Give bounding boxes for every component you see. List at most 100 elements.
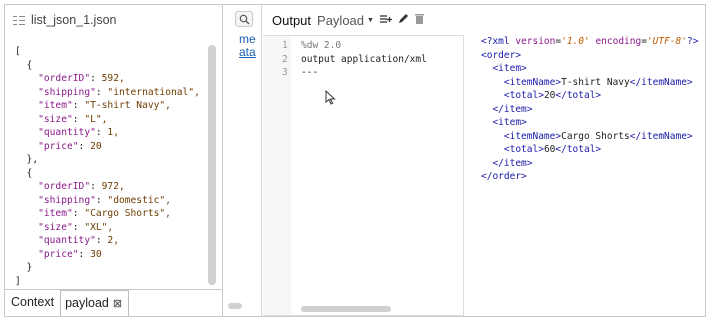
line-numbers: 1 2 3 <box>282 39 288 80</box>
script-line: --- <box>301 67 319 78</box>
json-value: 972, <box>95 181 125 192</box>
xml-tag: <itemName> <box>503 130 562 142</box>
xml-text: 20 <box>543 90 556 101</box>
code-line: [ <box>15 46 21 57</box>
xml-tag: </itemName> <box>629 130 693 142</box>
line-number: 3 <box>282 67 288 78</box>
code-line: { <box>15 167 33 179</box>
tab-payload-label: payload <box>65 296 109 310</box>
json-key: "item" <box>38 100 73 111</box>
code-line: "item": "T-shirt Navy", <box>38 100 171 111</box>
horizontal-scrollbar[interactable] <box>301 306 391 312</box>
code-line: "orderID": 592, <box>38 73 125 84</box>
xml-tag: </item> <box>492 157 533 169</box>
xml-attr-value: '1.0' <box>561 36 590 47</box>
xml-line: <total>20</total> <box>481 89 705 103</box>
code-line: }, <box>15 154 39 165</box>
xml-tag: <order> <box>481 49 522 61</box>
xml-attr: version <box>515 36 556 47</box>
xml-attr-value: 'UTF-8' <box>646 36 687 47</box>
json-value: 1, <box>101 127 119 138</box>
xml-tag: <item> <box>492 117 527 128</box>
json-key: "item" <box>38 208 73 219</box>
truncated-link-bottom[interactable]: ata <box>239 45 256 59</box>
json-key: "orderID" <box>38 181 91 192</box>
json-value: 30 <box>84 248 102 260</box>
xml-line: </order> <box>481 170 705 184</box>
json-key: "size" <box>38 221 73 233</box>
code-line: "shipping": "domestic", <box>38 194 171 206</box>
xml-attr: encoding <box>595 36 642 47</box>
code-line: { <box>15 59 33 71</box>
xml-tag: <total> <box>503 144 544 155</box>
script-editor[interactable]: 1 2 3 %dw 2.0 output application/xml --- <box>263 35 464 316</box>
collapsed-side-panel: me ata <box>224 5 262 316</box>
pencil-icon[interactable] <box>398 11 409 29</box>
tab-context[interactable]: Context <box>5 290 60 316</box>
line-number: 2 <box>282 53 288 65</box>
xml-line: <total>60</total> <box>481 143 705 157</box>
output-target-select[interactable]: Payload <box>317 13 364 28</box>
json-value: "T-shirt Navy", <box>78 100 171 111</box>
code-line: "price": 30 <box>38 248 102 260</box>
close-icon[interactable]: ⊠ <box>113 298 122 310</box>
xml-tag: </total> <box>555 144 602 155</box>
xml-line: <itemName>Cargo Shorts</itemName> <box>481 130 705 144</box>
input-payload-panel: list_json_1.json [ { "orderID": 592, "sh… <box>5 5 223 316</box>
search-button[interactable] <box>235 11 253 27</box>
xml-text: Cargo Shorts <box>561 130 630 142</box>
list-icon <box>13 15 25 25</box>
xml-tag: <item> <box>492 63 527 74</box>
caret-down-icon[interactable]: ▼ <box>367 17 374 24</box>
code-line: "size": "L", <box>38 113 108 125</box>
code-line: ] <box>15 275 21 287</box>
xml-line: <order> <box>481 49 705 63</box>
xml-tag: </total> <box>555 90 602 101</box>
code-line: "quantity": 2, <box>38 235 119 246</box>
json-key: "price" <box>38 140 79 152</box>
script-line: %dw 2.0 <box>301 40 342 51</box>
json-value: 592, <box>95 73 125 84</box>
json-key: "orderID" <box>38 73 91 84</box>
json-payload-code[interactable]: [ { "orderID": 592, "shipping": "interna… <box>15 45 200 288</box>
code-line: "quantity": 1, <box>38 127 119 138</box>
xml-line: <item> <box>481 62 705 76</box>
xml-tag: <itemName> <box>503 76 562 88</box>
json-value: "Cargo Shorts", <box>78 208 171 219</box>
input-panel-header: list_json_1.json <box>5 5 223 35</box>
add-rows-icon[interactable] <box>379 11 392 29</box>
xml-tag: </order> <box>481 171 527 182</box>
xml-output-preview: <?xml version='1.0' encoding='UTF-8'?> <o… <box>481 35 705 184</box>
code-line: "price": 20 <box>38 140 102 152</box>
json-value: 2, <box>101 235 119 246</box>
truncated-link-top[interactable]: me <box>239 35 256 43</box>
script-line: output application/xml <box>301 53 427 65</box>
code-line: "shipping": "international", <box>38 86 200 98</box>
xml-tag: <total> <box>503 90 544 101</box>
input-file-title: list_json_1.json <box>31 13 117 27</box>
code-line: "size": "XL", <box>38 221 114 233</box>
code-line: "orderID": 972, <box>38 181 125 192</box>
vertical-scrollbar[interactable] <box>208 45 216 285</box>
output-label: Output <box>272 12 312 28</box>
xml-line: <item> <box>481 116 705 130</box>
json-key: "quantity" <box>38 127 96 138</box>
xml-tag: </item> <box>492 103 533 115</box>
json-key: "quantity" <box>38 235 96 246</box>
dataweave-script[interactable]: %dw 2.0 output application/xml --- <box>301 39 427 80</box>
mouse-pointer-icon <box>325 90 336 105</box>
xml-text: T-shirt Navy <box>561 76 630 88</box>
xml-line: </item> <box>481 103 705 117</box>
json-key: "shipping" <box>38 86 96 98</box>
trash-icon[interactable] <box>414 11 424 29</box>
tab-payload[interactable]: payload ⊠ <box>60 290 130 316</box>
json-value: "L", <box>78 113 108 125</box>
horizontal-scrollbar[interactable] <box>228 303 242 309</box>
json-value: "domestic", <box>101 194 171 206</box>
input-tabs: Context payload ⊠ <box>5 289 223 316</box>
xml-tag: ?> <box>687 36 699 47</box>
app-window: list_json_1.json [ { "orderID": 592, "sh… <box>4 4 706 317</box>
xml-line: <itemName>T-shirt Navy</itemName> <box>481 76 705 90</box>
line-number-gutter: 1 2 3 <box>263 36 291 315</box>
output-header: Output Payload ▼ <box>263 5 707 35</box>
